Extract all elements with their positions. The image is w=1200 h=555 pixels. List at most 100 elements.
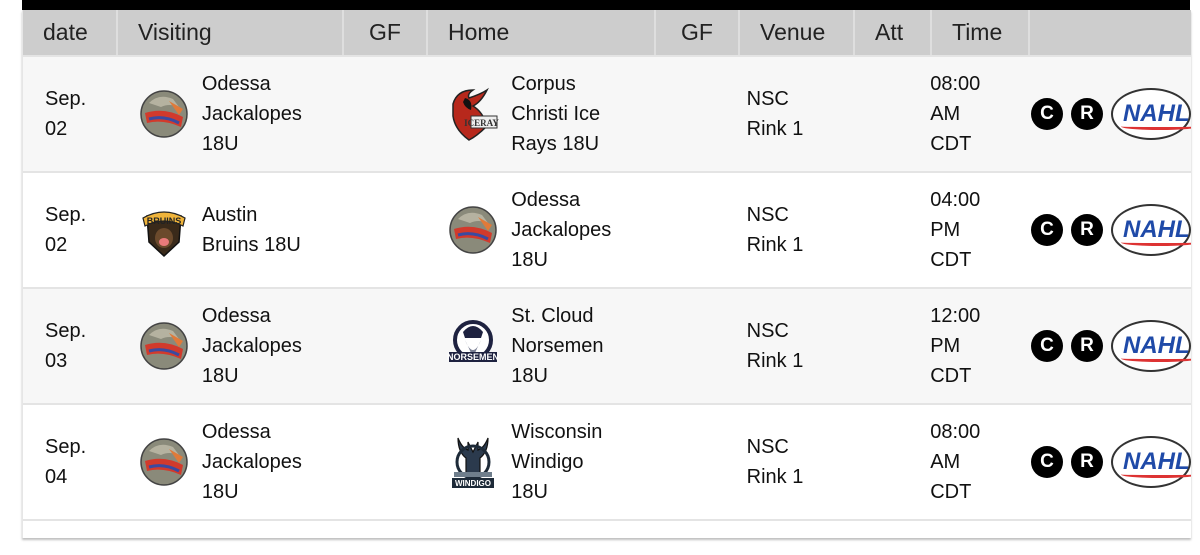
home-team-name[interactable]: St. Cloud Norsemen 18U: [511, 301, 603, 391]
nahl-logo-text: NAHL: [1123, 332, 1190, 359]
table-header: date Visiting GF Home GF Venue Att Time: [23, 10, 1191, 55]
date-cell: Sep. 02: [23, 173, 118, 287]
time-cell: 04:00 PM CDT: [930, 173, 1028, 287]
visiting-team-cell[interactable]: Odessa Jackalopes 18U: [118, 57, 344, 171]
c-circle-icon[interactable]: C: [1031, 330, 1064, 362]
venue-line: Rink 1: [746, 466, 804, 488]
table-body: Sep. 02 Odessa Jackalopes 18U ICERAYS Corp…: [23, 55, 1191, 538]
nahl-logo-icon[interactable]: NAHL: [1111, 204, 1191, 256]
team-name-line: Jackalopes: [201, 451, 302, 473]
header-gf-visiting[interactable]: GF: [344, 10, 428, 55]
date-day: 03: [45, 350, 68, 372]
gf-home-cell: [655, 173, 739, 287]
c-circle-icon[interactable]: C: [1031, 214, 1064, 246]
home-team-name[interactable]: Odessa Jackalopes 18U: [511, 185, 611, 275]
venue-line: NSC: [746, 436, 789, 458]
visiting-team-cell[interactable]: BRUINS Austin Bruins 18U: [118, 173, 344, 287]
visiting-team-name[interactable]: Odessa Jackalopes 18U: [202, 301, 302, 391]
time-line: PM: [930, 335, 961, 357]
header-visiting[interactable]: Visiting: [118, 10, 344, 55]
team-name-line: Wisconsin: [511, 421, 603, 443]
visiting-team-name[interactable]: Odessa Jackalopes 18U: [202, 417, 302, 507]
time-cell: 12:00 PM CDT: [930, 289, 1028, 403]
header-att[interactable]: Att: [855, 10, 932, 55]
home-team-cell[interactable]: Odessa Jackalopes 18U: [427, 173, 655, 287]
venue-line: NSC: [746, 204, 789, 226]
svg-text:NORSEMEN: NORSEMEN: [447, 352, 499, 362]
wisconsin-windigo-logo-icon: WINDIGO: [447, 431, 499, 493]
venue-cell: NSC Rink 1: [739, 289, 854, 403]
time-line: CDT: [930, 133, 972, 155]
date-month: Sep.: [45, 436, 87, 458]
odessa-jackalopes-logo-icon: [138, 315, 190, 377]
nahl-logo-text: NAHL: [1123, 100, 1190, 127]
venue-line: Rink 1: [746, 118, 804, 140]
visiting-team-name[interactable]: Austin Bruins 18U: [202, 200, 301, 260]
home-team-cell[interactable]: NORSEMEN St. Cloud Norsemen 18U: [427, 289, 655, 403]
att-cell: [853, 57, 930, 171]
home-team-cell[interactable]: WINDIGO Wisconsin Windigo 18U: [427, 405, 655, 519]
team-name-line: Odessa: [511, 189, 581, 211]
c-circle-icon[interactable]: C: [1031, 98, 1064, 130]
venue-line: Rink 1: [746, 234, 804, 256]
actions-cell: C R NAHL: [1028, 289, 1191, 403]
nahl-logo-icon[interactable]: NAHL: [1111, 436, 1191, 488]
team-name-line: Jackalopes: [511, 219, 612, 241]
venue-cell: NSC Rink 1: [739, 57, 854, 171]
time-line: 08:00: [930, 73, 981, 95]
nahl-logo-icon[interactable]: NAHL: [1111, 320, 1191, 372]
time-line: 08:00: [930, 421, 981, 443]
time-line: CDT: [930, 481, 972, 503]
r-circle-icon[interactable]: R: [1071, 214, 1104, 246]
gf-home-cell: [655, 289, 739, 403]
home-team-name[interactable]: Wisconsin Windigo 18U: [511, 417, 602, 507]
schedule-table: date Visiting GF Home GF Venue Att Time …: [22, 10, 1191, 538]
date-month: Sep.: [45, 204, 87, 226]
venue-line: NSC: [746, 88, 789, 110]
att-cell: [853, 405, 930, 519]
time-line: 04:00: [930, 189, 981, 211]
team-name-line: 18U: [201, 481, 239, 503]
r-circle-icon[interactable]: R: [1071, 98, 1104, 130]
r-circle-icon[interactable]: R: [1071, 330, 1104, 362]
gf-home-cell: [655, 405, 739, 519]
date-month: Sep.: [45, 320, 87, 342]
team-name-line: 18U: [201, 365, 239, 387]
att-cell: [853, 173, 930, 287]
header-date[interactable]: date: [23, 10, 118, 55]
visiting-team-name[interactable]: Odessa Jackalopes 18U: [202, 69, 302, 159]
svg-text:ICERAYS: ICERAYS: [464, 118, 499, 128]
table-row: Sep. 02 Odessa Jackalopes 18U ICERAYS Corp…: [23, 55, 1191, 171]
visiting-team-cell[interactable]: Odessa Jackalopes 18U: [118, 289, 344, 403]
team-name-line: 18U: [511, 365, 548, 387]
actions-cell: C R NAHL: [1028, 405, 1191, 519]
date-month: Sep.: [45, 88, 87, 110]
home-team-name[interactable]: Corpus Christi Ice Rays 18U: [511, 69, 600, 159]
header-venue[interactable]: Venue: [740, 10, 855, 55]
table-row: Sep. 02 BRUINS Austin Bruins 18U Odessa Ja…: [23, 171, 1191, 287]
venue-cell: NSC Rink 1: [739, 173, 854, 287]
r-circle-icon[interactable]: R: [1071, 446, 1104, 478]
team-name-line: 18U: [511, 249, 548, 271]
time-cell: 08:00 AM CDT: [930, 57, 1028, 171]
nahl-logo-icon[interactable]: NAHL: [1111, 88, 1191, 140]
team-name-line: 18U: [511, 481, 548, 503]
top-bar: [22, 0, 1190, 10]
team-name-line: Jackalopes: [201, 103, 302, 125]
c-circle-icon[interactable]: C: [1031, 446, 1064, 478]
header-gf-home[interactable]: GF: [656, 10, 740, 55]
actions-cell: C R NAHL: [1028, 173, 1191, 287]
gf-visiting-cell: [343, 173, 427, 287]
team-name-line: St. Cloud: [511, 305, 594, 327]
gf-visiting-cell: [343, 405, 427, 519]
odessa-jackalopes-logo-icon: [138, 83, 190, 145]
header-actions: [1030, 10, 1191, 55]
team-name-line: Windigo: [511, 451, 584, 473]
visiting-team-cell[interactable]: Odessa Jackalopes 18U: [118, 405, 344, 519]
odessa-jackalopes-logo-icon: [138, 431, 190, 493]
nahl-logo-text: NAHL: [1123, 216, 1190, 243]
home-team-cell[interactable]: ICERAYS Corpus Christi Ice Rays 18U: [427, 57, 655, 171]
team-name-line: Odessa: [201, 421, 271, 443]
header-home[interactable]: Home: [428, 10, 656, 55]
header-time[interactable]: Time: [932, 10, 1030, 55]
